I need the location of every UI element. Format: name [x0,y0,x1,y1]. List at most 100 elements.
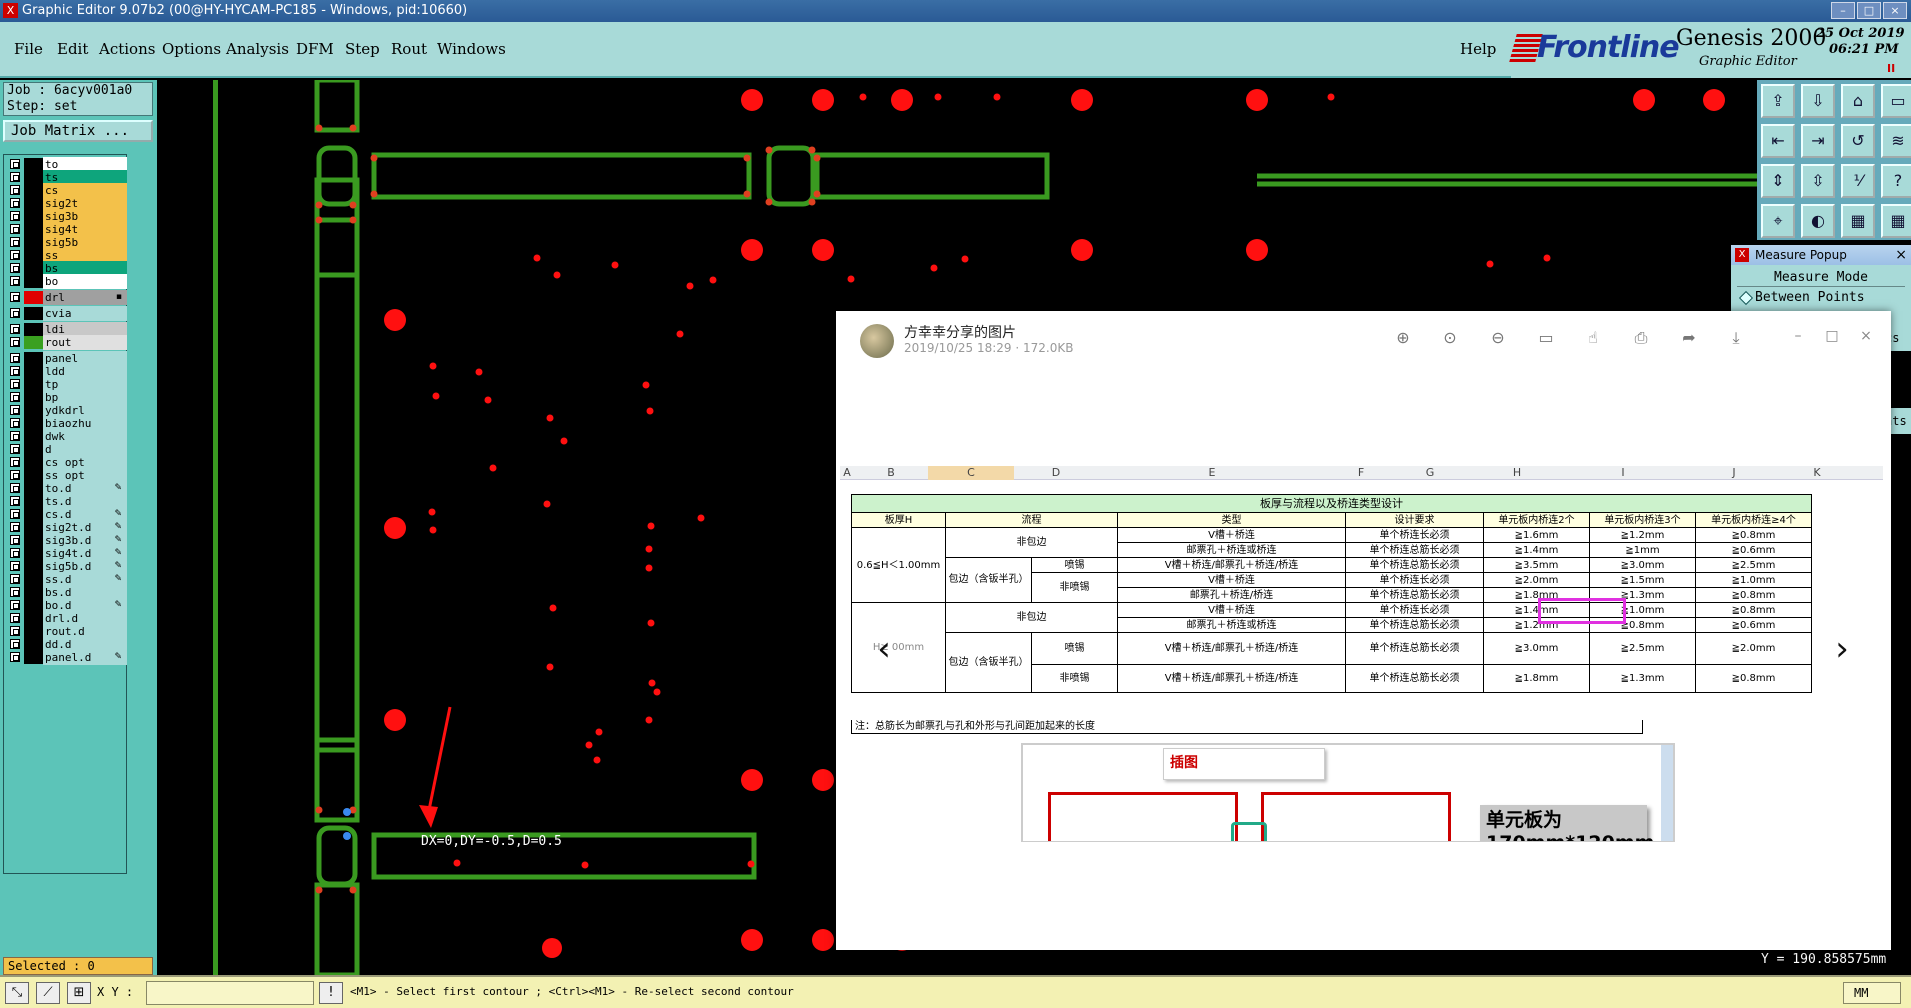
layer-checkbox[interactable] [10,600,20,610]
menu-dfm[interactable]: DFM [296,40,334,58]
zoom-box-icon[interactable]: ⤡ [5,982,29,1004]
viewer-close-button[interactable]: × [1857,325,1875,347]
layer-checkbox[interactable] [10,509,20,519]
zoom-in-icon[interactable]: ⊕ [1392,327,1414,349]
menu-actions[interactable]: Actions [99,40,155,58]
layer-checkbox[interactable] [10,561,20,571]
layer-checkbox[interactable] [10,276,20,286]
layer-row[interactable]: drl ▪ [6,290,127,305]
menu-step[interactable]: Step [345,40,380,58]
layer-checkbox[interactable] [10,308,20,318]
layer-checkbox[interactable] [10,652,20,662]
layer-checkbox[interactable] [10,431,20,441]
hand-icon[interactable]: ☝ [1582,327,1604,349]
layer-checkbox[interactable] [10,405,20,415]
actual-size-icon[interactable]: ⊙ [1439,327,1461,349]
viewer-maximize-button[interactable]: □ [1823,325,1841,347]
menu-windows[interactable]: Windows [437,40,506,58]
minimize-button[interactable]: – [1831,2,1855,19]
menu-file[interactable]: File [14,40,43,58]
layer-checkbox[interactable] [10,392,20,402]
layer-checkbox[interactable] [10,496,20,506]
close-icon[interactable]: × [1895,245,1907,265]
pan-left-icon[interactable]: ⇤ [1761,124,1795,158]
layer-checkbox[interactable] [10,457,20,467]
viewer-minimize-button[interactable]: – [1789,325,1807,347]
layer-checkbox[interactable] [10,263,20,273]
layer-checkbox[interactable] [10,548,20,558]
wave-icon[interactable]: ≋ [1881,124,1911,158]
layer-row[interactable]: cvia [6,306,127,321]
layer-checkbox[interactable] [10,444,20,454]
zoom-fit-icon[interactable]: ⇕ [1761,164,1795,198]
layer-checkbox[interactable] [10,292,20,302]
layer-checkbox[interactable] [10,366,20,376]
layer-checkbox[interactable] [10,237,20,247]
pan-up-icon[interactable]: ⇪ [1761,84,1795,118]
layer-checkbox[interactable] [10,639,20,649]
menu-edit[interactable]: Edit [57,40,88,58]
select-icon[interactable]: ⌖ [1761,204,1795,238]
pan-right-icon[interactable]: ⇥ [1801,124,1835,158]
layer-checkbox[interactable] [10,626,20,636]
next-image-button[interactable]: › [1828,629,1856,669]
menu-rout[interactable]: Rout [391,40,427,58]
layer-checkbox[interactable] [10,172,20,182]
previous-image-button[interactable]: ‹ [870,629,898,669]
scale-icon[interactable]: ⅟ [1841,164,1875,198]
undo-icon[interactable]: ↺ [1841,124,1875,158]
menu-analysis[interactable]: Analysis [226,40,289,58]
layer-row[interactable]: bo [6,274,127,289]
layer-name[interactable]: cvia [43,306,127,321]
zoom-center-icon[interactable]: ⇳ [1801,164,1835,198]
snap-icon[interactable]: ⟋ [36,982,60,1004]
maximize-button[interactable]: □ [1857,2,1881,19]
pause-icon[interactable]: II [1887,62,1895,75]
layer-checkbox[interactable] [10,324,20,334]
layer-name[interactable]: drl [43,290,127,305]
home-icon[interactable]: ⌂ [1841,84,1875,118]
layer-checkbox[interactable] [10,337,20,347]
share-icon[interactable]: ➦ [1678,327,1700,349]
extract-text-icon[interactable]: ⎙ [1630,327,1652,349]
close-button[interactable]: × [1883,2,1907,19]
via-hole [847,275,855,283]
layer-checkbox[interactable] [10,587,20,597]
info-icon[interactable]: ! [319,982,343,1004]
help-icon[interactable]: ? [1881,164,1911,198]
layer-checkbox[interactable] [10,522,20,532]
between-points-option[interactable]: Between Points [1737,289,1905,307]
layer-checkbox[interactable] [10,574,20,584]
menu-options[interactable]: Options [162,40,221,58]
rotate-icon[interactable]: ▭ [1535,327,1557,349]
layer-checkbox[interactable] [10,185,20,195]
layer-checkbox[interactable] [10,535,20,545]
layer-checkbox[interactable] [10,483,20,493]
layer-checkbox[interactable] [10,470,20,480]
layer-checkbox[interactable] [10,418,20,428]
layer-checkbox[interactable] [10,211,20,221]
layer-checkbox[interactable] [10,379,20,389]
zoom-out-icon[interactable]: ⊖ [1487,327,1509,349]
download-icon[interactable]: ⤓ [1725,327,1747,349]
layer-checkbox[interactable] [10,250,20,260]
pan-down-icon[interactable]: ⇩ [1801,84,1835,118]
job-matrix-button[interactable]: Job Matrix ... [3,120,153,142]
layer-row[interactable]: rout [6,335,127,350]
layer-name[interactable]: rout [43,335,127,350]
layer-checkbox[interactable] [10,224,20,234]
layer-checkbox[interactable] [10,613,20,623]
layer-checkbox[interactable] [10,353,20,363]
toggle-icon[interactable]: ◐ [1801,204,1835,238]
layer-checkbox[interactable] [10,198,20,208]
layer-checkbox[interactable] [10,159,20,169]
xy-input[interactable] [146,981,314,1005]
menu-help[interactable]: Help [1460,40,1496,58]
layer-grid-2-icon[interactable]: ▦ [1881,204,1911,238]
unit-selector[interactable]: MM [1843,982,1901,1004]
grid-icon[interactable]: ⊞ [67,982,91,1004]
layer-grid-icon[interactable]: ▦ [1841,204,1875,238]
layer-name[interactable]: bo [43,274,127,289]
layer-row[interactable]: panel.d ✎ [6,650,127,665]
window-icon[interactable]: ▭ [1881,84,1911,118]
